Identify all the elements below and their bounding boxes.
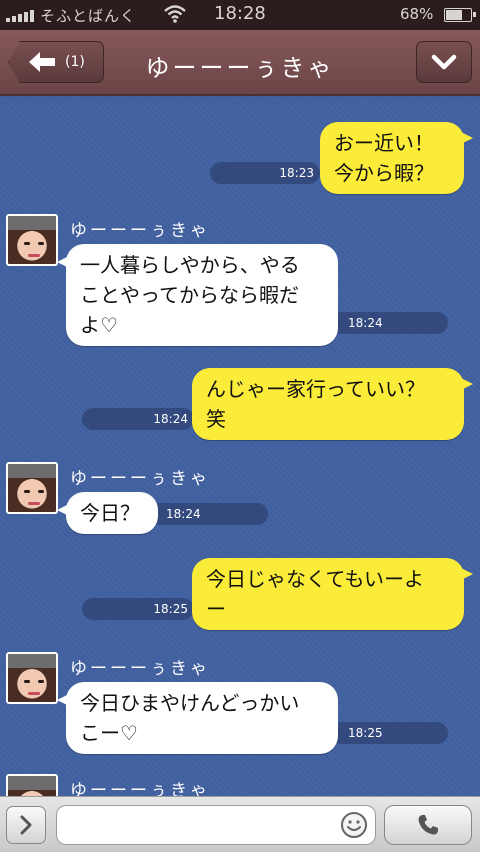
outgoing-message[interactable]: おー近い！ 今から暇？ [320, 122, 473, 194]
call-button[interactable] [384, 805, 472, 845]
carrier-name: そふとばんく [40, 7, 137, 25]
avatar[interactable] [6, 462, 58, 514]
avatar[interactable] [6, 774, 58, 796]
chat-area[interactable]: 18:23 おー近い！ 今から暇？ ゆーーーぅきゃ 18:24 一人暮らしやから… [0, 98, 480, 796]
sender-name: ゆーーーぅきゃ [70, 659, 210, 679]
chevron-right-icon [20, 815, 32, 835]
incoming-message[interactable]: 一人暮らしやから、やる ことやってからなら暇だ よ♡ [57, 244, 338, 346]
signal-bars-icon [6, 9, 34, 22]
back-button[interactable]: (1) [8, 41, 104, 83]
unread-count: (1) [65, 54, 85, 70]
message-timestamp: 18:24 [150, 503, 268, 525]
phone-icon [418, 815, 438, 835]
chat-header: (1) ゆーーーぅきゃ [0, 30, 480, 96]
sender-name: ゆーーーぅきゃ [70, 781, 210, 796]
outgoing-message[interactable]: 今日じゃなくてもいーよ ー [192, 558, 473, 630]
incoming-message[interactable]: 今日ひまやけんどっかい こー♡ [57, 682, 338, 754]
message-input-bar [0, 796, 480, 852]
status-bar: そふとばんく 18:28 68% [0, 0, 480, 30]
outgoing-message[interactable]: んじゃー家行っていい？ 笑 [192, 368, 473, 440]
arrow-left-icon [29, 52, 55, 72]
menu-button[interactable] [416, 41, 472, 83]
sender-name: ゆーーーぅきゃ [70, 469, 210, 489]
message-timestamp: 18:24 [82, 408, 194, 430]
message-timestamp: 18:25 [82, 598, 194, 620]
avatar[interactable] [6, 214, 58, 266]
message-input[interactable] [56, 805, 376, 845]
message-timestamp: 18:24 [330, 312, 448, 334]
incoming-message[interactable]: 今日？ [57, 492, 158, 534]
chat-title: ゆーーーぅきゃ [145, 54, 335, 82]
battery-icon [444, 8, 476, 22]
expand-button[interactable] [6, 806, 46, 844]
message-timestamp: 18:25 [330, 722, 448, 744]
chevron-down-icon [431, 54, 457, 70]
avatar[interactable] [6, 652, 58, 704]
status-clock: 18:28 [214, 3, 266, 24]
message-timestamp: 18:23 [210, 162, 320, 184]
wifi-icon [164, 5, 186, 23]
sender-name: ゆーーーぅきゃ [70, 221, 210, 241]
battery-percent: 68% [400, 5, 434, 23]
smiley-icon[interactable] [340, 811, 368, 839]
